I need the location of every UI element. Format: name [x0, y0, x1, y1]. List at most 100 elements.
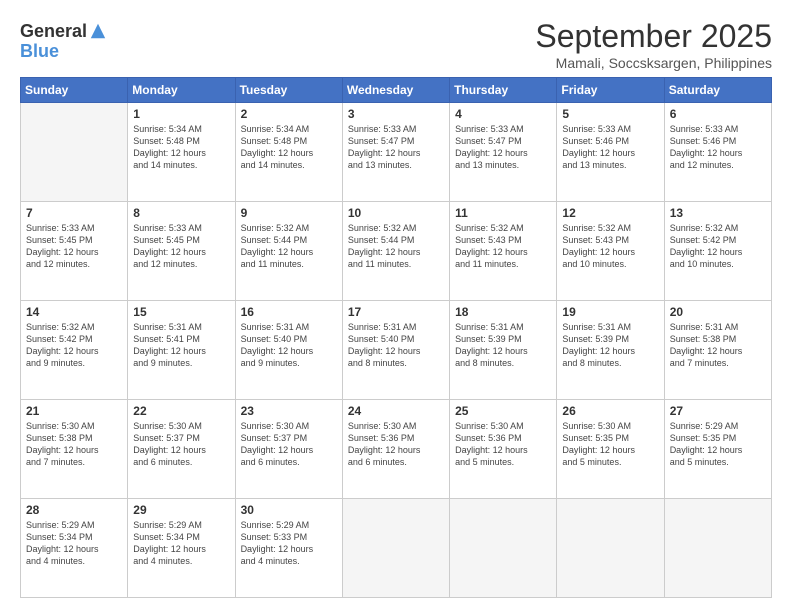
day-number: 11: [455, 206, 551, 220]
day-info: Sunrise: 5:32 AM Sunset: 5:43 PM Dayligh…: [455, 222, 551, 271]
day-number: 22: [133, 404, 229, 418]
logo-text: General: [20, 22, 87, 42]
calendar-cell: 29Sunrise: 5:29 AM Sunset: 5:34 PM Dayli…: [128, 499, 235, 598]
day-number: 23: [241, 404, 337, 418]
day-number: 30: [241, 503, 337, 517]
weekday-header-wednesday: Wednesday: [342, 78, 449, 103]
logo-text-blue: Blue: [20, 42, 59, 62]
day-number: 25: [455, 404, 551, 418]
day-number: 17: [348, 305, 444, 319]
calendar-cell: 16 Sunrise: 5:31 AM Sunset: 5:40 PM Dayli…: [235, 301, 342, 400]
day-info: Sunrise: 5:33 AM Sunset: 5:47 PM Dayligh…: [348, 123, 444, 172]
calendar-cell: 9 Sunrise: 5:32 AM Sunset: 5:44 PM Daylig…: [235, 202, 342, 301]
calendar-cell: 26Sunrise: 5:30 AM Sunset: 5:35 PM Dayli…: [557, 400, 664, 499]
calendar-cell: 17 Sunrise: 5:31 AM Sunset: 5:40 PM Dayli…: [342, 301, 449, 400]
day-number: 4: [455, 107, 551, 121]
day-info: Sunrise: 5:31 AM Sunset: 5:39 PM Dayligh…: [562, 321, 658, 370]
day-info: Sunrise: 5:33 AM Sunset: 5:45 PM Dayligh…: [133, 222, 229, 271]
logo: General Blue: [20, 22, 107, 62]
day-info: Sunrise: 5:31 AM Sunset: 5:40 PM Dayligh…: [241, 321, 337, 370]
calendar-week-3: 14 Sunrise: 5:32 AM Sunset: 5:42 PM Dayli…: [21, 301, 772, 400]
day-info: Sunrise: 5:32 AM Sunset: 5:44 PM Dayligh…: [348, 222, 444, 271]
calendar-cell: [21, 103, 128, 202]
weekday-header-friday: Friday: [557, 78, 664, 103]
calendar-cell: 18 Sunrise: 5:31 AM Sunset: 5:39 PM Dayli…: [450, 301, 557, 400]
day-info: Sunrise: 5:32 AM Sunset: 5:42 PM Dayligh…: [26, 321, 122, 370]
calendar-cell: 10 Sunrise: 5:32 AM Sunset: 5:44 PM Dayli…: [342, 202, 449, 301]
day-info: Sunrise: 5:33 AM Sunset: 5:45 PM Dayligh…: [26, 222, 122, 271]
title-block: September 2025 Mamali, Soccsksargen, Phi…: [535, 18, 772, 71]
day-info: Sunrise: 5:34 AM Sunset: 5:48 PM Dayligh…: [241, 123, 337, 172]
calendar-cell: 27 Sunrise: 5:29 AM Sunset: 5:35 PM Dayli…: [664, 400, 771, 499]
day-info: Sunrise: 5:33 AM Sunset: 5:46 PM Dayligh…: [562, 123, 658, 172]
day-number: 12: [562, 206, 658, 220]
calendar-cell: 24 Sunrise: 5:30 AM Sunset: 5:36 PM Dayli…: [342, 400, 449, 499]
calendar-cell: 23 Sunrise: 5:30 AM Sunset: 5:37 PM Dayli…: [235, 400, 342, 499]
day-number: 9: [241, 206, 337, 220]
day-info: Sunrise: 5:30 AM Sunset: 5:38 PM Dayligh…: [26, 420, 122, 469]
day-info: Sunrise: 5:29 AM Sunset: 5:34 PM Dayligh…: [133, 519, 229, 568]
calendar-cell: [450, 499, 557, 598]
day-info: Sunrise: 5:32 AM Sunset: 5:44 PM Dayligh…: [241, 222, 337, 271]
calendar-cell: 5 Sunrise: 5:33 AM Sunset: 5:46 PM Daylig…: [557, 103, 664, 202]
day-info: Sunrise: 5:30 AM Sunset: 5:37 PM Dayligh…: [241, 420, 337, 469]
day-info: Sunrise: 5:31 AM Sunset: 5:40 PM Dayligh…: [348, 321, 444, 370]
calendar-table: SundayMondayTuesdayWednesdayThursdayFrid…: [20, 77, 772, 598]
calendar-cell: 20Sunrise: 5:31 AM Sunset: 5:38 PM Dayli…: [664, 301, 771, 400]
calendar-week-1: 1 Sunrise: 5:34 AM Sunset: 5:48 PM Daylig…: [21, 103, 772, 202]
weekday-header-saturday: Saturday: [664, 78, 771, 103]
calendar-cell: 11 Sunrise: 5:32 AM Sunset: 5:43 PM Dayli…: [450, 202, 557, 301]
calendar-cell: 2Sunrise: 5:34 AM Sunset: 5:48 PM Daylig…: [235, 103, 342, 202]
calendar-cell: 28Sunrise: 5:29 AM Sunset: 5:34 PM Dayli…: [21, 499, 128, 598]
calendar-week-5: 28 Sunrise: 5:29 AM Sunset: 5:34 PM Dayli…: [21, 499, 772, 598]
calendar-cell: 12 Sunrise: 5:32 AM Sunset: 5:43 PM Dayli…: [557, 202, 664, 301]
day-number: 8: [133, 206, 229, 220]
day-number: 1: [133, 107, 229, 121]
day-number: 6: [670, 107, 766, 121]
calendar-cell: 25 Sunrise: 5:30 AM Sunset: 5:36 PM Dayli…: [450, 400, 557, 499]
day-info: Sunrise: 5:29 AM Sunset: 5:33 PM Dayligh…: [241, 519, 337, 568]
day-info: Sunrise: 5:31 AM Sunset: 5:39 PM Dayligh…: [455, 321, 551, 370]
day-number: 15: [133, 305, 229, 319]
day-info: Sunrise: 5:30 AM Sunset: 5:36 PM Dayligh…: [348, 420, 444, 469]
calendar-cell: 15 Sunrise: 5:31 AM Sunset: 5:41 PM Dayli…: [128, 301, 235, 400]
day-number: 16: [241, 305, 337, 319]
header: General Blue September 2025 Mamali, Socc…: [20, 18, 772, 71]
day-number: 24: [348, 404, 444, 418]
day-number: 14: [26, 305, 122, 319]
location: Mamali, Soccsksargen, Philippines: [535, 55, 772, 71]
month-title: September 2025: [535, 18, 772, 55]
calendar-cell: [557, 499, 664, 598]
calendar-cell: [664, 499, 771, 598]
calendar-cell: 13Sunrise: 5:32 AM Sunset: 5:42 PM Dayli…: [664, 202, 771, 301]
day-info: Sunrise: 5:30 AM Sunset: 5:37 PM Dayligh…: [133, 420, 229, 469]
weekday-header-sunday: Sunday: [21, 78, 128, 103]
calendar-cell: 21Sunrise: 5:30 AM Sunset: 5:38 PM Dayli…: [21, 400, 128, 499]
day-number: 5: [562, 107, 658, 121]
day-info: Sunrise: 5:32 AM Sunset: 5:43 PM Dayligh…: [562, 222, 658, 271]
calendar-cell: 19 Sunrise: 5:31 AM Sunset: 5:39 PM Dayli…: [557, 301, 664, 400]
day-number: 3: [348, 107, 444, 121]
weekday-header-monday: Monday: [128, 78, 235, 103]
day-number: 10: [348, 206, 444, 220]
day-number: 27: [670, 404, 766, 418]
page: General Blue September 2025 Mamali, Socc…: [0, 0, 792, 612]
day-number: 13: [670, 206, 766, 220]
day-number: 26: [562, 404, 658, 418]
logo-icon: [89, 22, 107, 40]
weekday-header-thursday: Thursday: [450, 78, 557, 103]
day-info: Sunrise: 5:29 AM Sunset: 5:35 PM Dayligh…: [670, 420, 766, 469]
day-info: Sunrise: 5:30 AM Sunset: 5:36 PM Dayligh…: [455, 420, 551, 469]
day-number: 20: [670, 305, 766, 319]
day-number: 18: [455, 305, 551, 319]
weekday-header-tuesday: Tuesday: [235, 78, 342, 103]
calendar-cell: 3 Sunrise: 5:33 AM Sunset: 5:47 PM Daylig…: [342, 103, 449, 202]
calendar-cell: 1Sunrise: 5:34 AM Sunset: 5:48 PM Daylig…: [128, 103, 235, 202]
calendar-cell: 14 Sunrise: 5:32 AM Sunset: 5:42 PM Dayli…: [21, 301, 128, 400]
calendar-cell: 4 Sunrise: 5:33 AM Sunset: 5:47 PM Daylig…: [450, 103, 557, 202]
day-number: 28: [26, 503, 122, 517]
calendar-cell: 8 Sunrise: 5:33 AM Sunset: 5:45 PM Daylig…: [128, 202, 235, 301]
day-info: Sunrise: 5:31 AM Sunset: 5:41 PM Dayligh…: [133, 321, 229, 370]
day-number: 19: [562, 305, 658, 319]
day-info: Sunrise: 5:33 AM Sunset: 5:47 PM Dayligh…: [455, 123, 551, 172]
